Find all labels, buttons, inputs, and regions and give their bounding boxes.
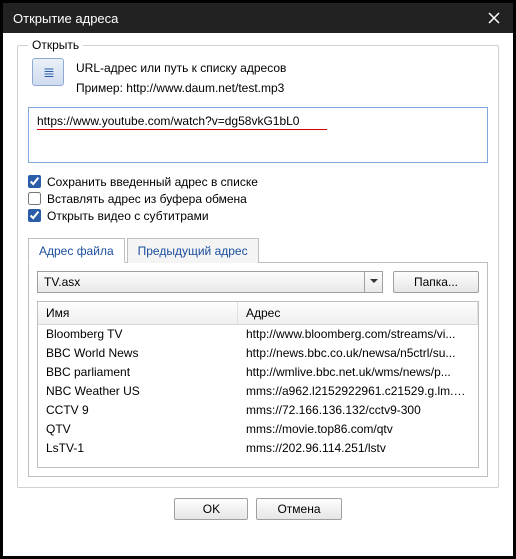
listview-header: Имя Адрес xyxy=(38,302,478,325)
chevron-down-icon[interactable] xyxy=(364,272,382,292)
cell-address: mms://202.96.114.251/lstv xyxy=(238,439,478,458)
desc-line-1: URL-адрес или путь к списку адресов xyxy=(76,58,286,78)
open-group: Открыть ≣ URL-адрес или путь к списку ад… xyxy=(17,45,499,488)
table-row[interactable]: Bloomberg TVhttp://www.bloomberg.com/str… xyxy=(38,325,478,344)
titlebar: Открытие адреса xyxy=(3,3,513,33)
column-name[interactable]: Имя xyxy=(38,302,238,324)
cell-address: mms://movie.top86.com/qtv xyxy=(238,420,478,439)
save-address-label[interactable]: Сохранить введенный адрес в списке xyxy=(47,175,258,189)
tab-previous-address[interactable]: Предыдущий адрес xyxy=(127,238,259,263)
cell-name: NBC Weather US xyxy=(38,382,238,401)
cell-address: mms://a962.l2152922961.c21529.g.lm.ak... xyxy=(238,382,478,401)
description: URL-адрес или путь к списку адресов Прим… xyxy=(76,58,286,99)
url-textbox[interactable] xyxy=(28,107,488,163)
table-row[interactable]: QTVmms://movie.top86.com/qtv xyxy=(38,420,478,439)
folder-button[interactable]: Папка... xyxy=(393,271,479,293)
spellcheck-underline xyxy=(37,129,327,130)
address-listview: Имя Адрес Bloomberg TVhttp://www.bloombe… xyxy=(37,301,479,468)
cell-address: http://news.bbc.co.uk/newsa/n5ctrl/su... xyxy=(238,344,478,363)
cell-address: http://wmlive.bbc.net.uk/wms/news/p... xyxy=(238,363,478,382)
column-address[interactable]: Адрес xyxy=(238,302,478,324)
subtitles-checkbox[interactable] xyxy=(28,209,41,222)
cell-name: CCTV 9 xyxy=(38,401,238,420)
clipboard-checkbox[interactable] xyxy=(28,192,41,205)
tab-file-address[interactable]: Адрес файла xyxy=(28,238,125,263)
table-row[interactable]: NBC Weather USmms://a962.l2152922961.c21… xyxy=(38,382,478,401)
listview-body: Bloomberg TVhttp://www.bloomberg.com/str… xyxy=(38,325,478,458)
combobox-value: TV.asx xyxy=(38,272,364,292)
save-address-checkbox[interactable] xyxy=(28,175,41,188)
table-row[interactable]: CCTV 9mms://72.166.136.132/cctv9-300 xyxy=(38,401,478,420)
group-legend: Открыть xyxy=(28,38,83,52)
cell-name: BBC World News xyxy=(38,344,238,363)
cell-address: http://www.bloomberg.com/streams/vi... xyxy=(238,325,478,344)
cell-name: LsTV-1 xyxy=(38,439,238,458)
clipboard-label[interactable]: Вставлять адрес из буфера обмена xyxy=(47,192,247,206)
subtitles-label[interactable]: Открыть видео с субтитрами xyxy=(47,209,209,223)
table-row[interactable]: BBC parliamenthttp://wmlive.bbc.net.uk/w… xyxy=(38,363,478,382)
close-icon[interactable] xyxy=(485,9,503,27)
url-input[interactable] xyxy=(37,114,479,128)
list-icon: ≣ xyxy=(32,58,64,86)
cell-address: mms://72.166.136.132/cctv9-300 xyxy=(238,401,478,420)
tabs: Адрес файла Предыдущий адрес xyxy=(28,237,488,263)
window-title: Открытие адреса xyxy=(13,11,118,26)
cell-name: Bloomberg TV xyxy=(38,325,238,344)
cell-name: BBC parliament xyxy=(38,363,238,382)
desc-line-2: Пример: http://www.daum.net/test.mp3 xyxy=(76,78,286,98)
file-combobox[interactable]: TV.asx xyxy=(37,271,383,293)
dialog-footer: OK Отмена xyxy=(17,488,499,522)
dialog-content: Открыть ≣ URL-адрес или путь к списку ад… xyxy=(3,33,513,534)
table-row[interactable]: LsTV-1mms://202.96.114.251/lstv xyxy=(38,439,478,458)
cancel-button[interactable]: Отмена xyxy=(256,498,341,520)
cell-name: QTV xyxy=(38,420,238,439)
table-row[interactable]: BBC World Newshttp://news.bbc.co.uk/news… xyxy=(38,344,478,363)
tab-panel: TV.asx Папка... Имя Адрес Bloomberg TVht… xyxy=(28,263,488,477)
ok-button[interactable]: OK xyxy=(174,498,248,520)
